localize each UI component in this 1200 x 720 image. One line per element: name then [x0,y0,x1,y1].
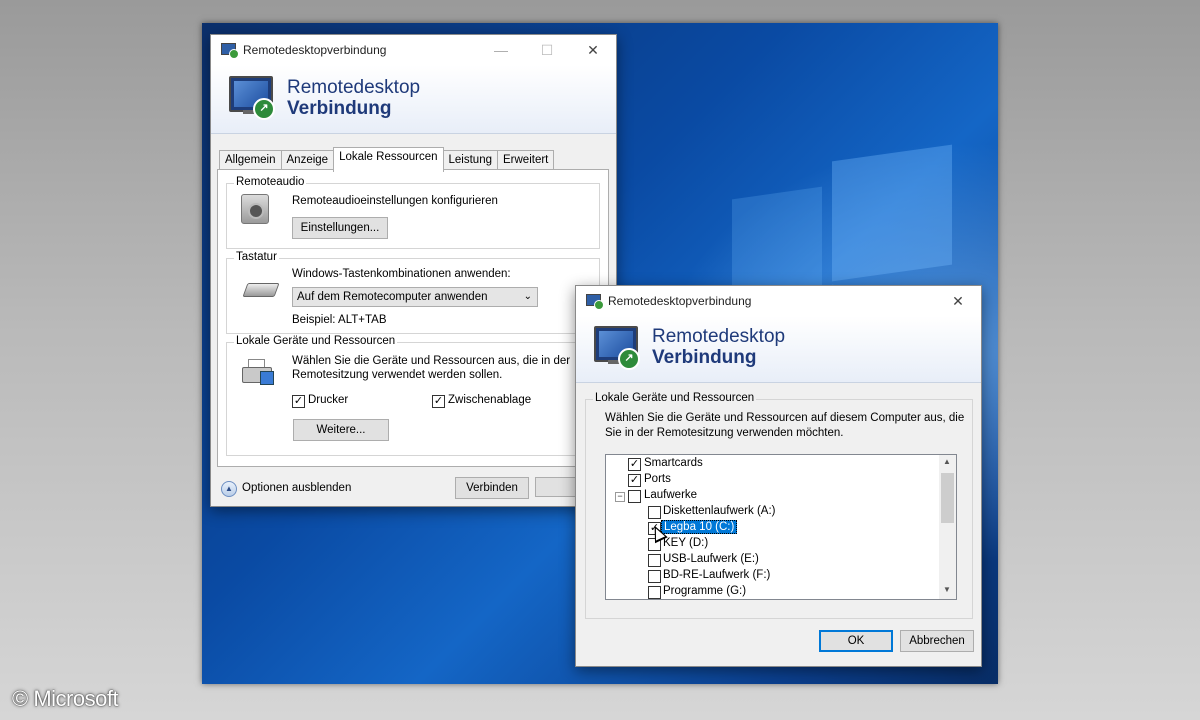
tree-item-laufwerke[interactable]: Laufwerke [644,489,697,501]
banner-title-line2: Verbindung [652,347,757,368]
scrollbar-thumb[interactable] [941,473,954,523]
tree-checkbox[interactable]: ✓ [628,458,641,471]
tab-lokale-ressourcen[interactable]: Lokale Ressourcen [333,147,444,172]
rdp-app-icon [221,43,239,59]
tree-checkbox[interactable] [648,506,661,519]
select-value: Auf dem Remotecomputer anwenden [297,291,488,303]
tree-item-diskette[interactable]: Diskettenlaufwerk (A:) [663,505,775,517]
tree-item-programme[interactable]: Programme (G:) [663,585,746,597]
tab-panel: Remoteaudio Remoteaudioeinstellungen kon… [217,169,609,467]
window-title: Remotedesktopverbindung [243,43,387,57]
scroll-down-icon[interactable]: ▼ [943,585,951,594]
tree-item-smartcards[interactable]: Smartcards [644,457,703,469]
group-lokale-geraete: Lokale Geräte und Ressourcen Wählen Sie … [585,392,973,619]
rdp-main-window: Remotedesktopverbindung — ☐ ✕ ↗ Remotede… [210,34,617,507]
tastatur-example: Beispiel: ALT+TAB [292,314,387,326]
minimize-button[interactable]: — [478,35,524,65]
tree-item-usb[interactable]: USB-Laufwerk (E:) [663,553,759,565]
wallpaper-pane [832,144,952,282]
tree-checkbox[interactable] [648,570,661,583]
lokale-text-line1: Wählen Sie die Geräte und Ressourcen aus… [292,355,571,367]
ok-button[interactable]: OK [819,630,893,652]
cancel-button[interactable]: Abbrechen [900,630,974,652]
drucker-label: Drucker [308,394,349,406]
tree-item-bdre[interactable]: BD-RE-Laufwerk (F:) [663,569,770,581]
remoteaudio-text: Remoteaudioeinstellungen konfigurieren [292,195,498,207]
drucker-checkbox[interactable]: ✓ [292,395,305,408]
rdp-monitor-icon: ↗ [229,76,275,120]
scroll-up-icon[interactable]: ▲ [943,457,951,466]
local-devices-dialog: Remotedesktopverbindung ✕ ↗ Remotedeskto… [575,285,982,667]
tastatur-text: Windows-Tastenkombinationen anwenden: [292,268,511,280]
hide-options-link[interactable]: Optionen ausblenden [242,482,351,494]
zwischenablage-checkbox[interactable]: ✓ [432,395,445,408]
banner-title-line1: Remotedesktop [652,326,786,347]
connect-button[interactable]: Verbinden [455,477,529,499]
maximize-button[interactable]: ☐ [524,35,570,65]
title-bar[interactable]: Remotedesktopverbindung ✕ [576,286,981,316]
keyboard-combo-select[interactable]: Auf dem Remotecomputer anwenden ⌄ [292,287,538,307]
tree-item-key[interactable]: KEY (D:) [663,537,708,549]
chevron-down-icon: ⌄ [523,291,532,302]
close-button[interactable]: ✕ [935,286,981,316]
rdp-banner: ↗ Remotedesktop Verbindung [576,316,981,383]
banner-title-line1: Remotedesktop [287,77,421,98]
zwischenablage-label: Zwischenablage [448,394,532,406]
window-title: Remotedesktopverbindung [608,294,752,308]
group-title: Tastatur [234,251,279,263]
dialog-text-line1: Wählen Sie die Geräte und Ressourcen auf… [605,412,965,424]
more-button[interactable]: Weitere... [293,419,389,441]
lokale-text-line2: Remotesitzung verwendet werden sollen. [292,369,503,381]
desktop-background: Remotedesktopverbindung — ☐ ✕ ↗ Remotede… [202,23,998,684]
title-bar[interactable]: Remotedesktopverbindung — ☐ ✕ [211,35,616,65]
group-tastatur: Tastatur Windows-Tastenkombinationen anw… [226,251,600,334]
tree-checkbox[interactable] [648,586,661,599]
tree-checkbox[interactable] [628,490,641,503]
tree-checkbox[interactable]: ✓ [628,474,641,487]
dialog-text-line2: Sie in der Remotesitzung verwenden möcht… [605,427,844,439]
tree-item-ports[interactable]: Ports [644,473,671,485]
group-remoteaudio: Remoteaudio Remoteaudioeinstellungen kon… [226,176,600,249]
rdp-monitor-icon: ↗ [594,326,640,370]
wallpaper-pane [732,186,822,300]
collapse-options-icon[interactable]: ▲ [221,481,237,497]
group-lokale-geraete: Lokale Geräte und Ressourcen Wählen Sie … [226,335,600,456]
audio-settings-button[interactable]: Einstellungen... [292,217,388,239]
banner-title-line2: Verbindung [287,98,392,119]
group-title: Lokale Geräte und Ressourcen [593,392,757,404]
tree-item-legba[interactable]: Legba 10 (C:) [661,520,738,534]
device-tree[interactable]: ✓ Smartcards ✓ Ports − Laufwerke Diskett… [605,454,957,600]
speaker-icon [241,194,269,224]
group-title: Remoteaudio [234,176,307,188]
collapse-icon[interactable]: − [615,492,625,502]
group-title: Lokale Geräte und Ressourcen [234,335,398,347]
rdp-banner: ↗ Remotedesktop Verbindung [211,65,616,134]
copyright-watermark: © Microsoft [12,686,119,711]
close-button[interactable]: ✕ [570,35,616,65]
keyboard-icon [242,283,280,297]
printer-icon [242,359,274,385]
rdp-app-icon [586,294,604,310]
vertical-scrollbar[interactable]: ▲ ▼ [939,455,956,599]
tree-checkbox[interactable] [648,554,661,567]
